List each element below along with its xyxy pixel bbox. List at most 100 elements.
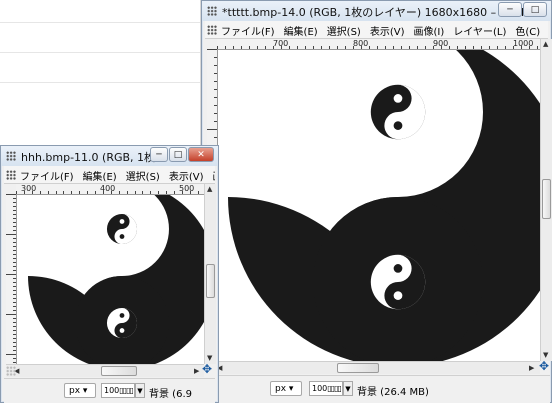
small-canvas[interactable] bbox=[17, 195, 204, 364]
zoom-field[interactable]: 100▯▯▯▯ bbox=[309, 381, 343, 396]
main-menu-item[interactable]: 色(C) bbox=[515, 23, 540, 38]
main-menu-item[interactable]: 編集(E) bbox=[284, 23, 318, 38]
horizontal-ruler[interactable]: 300 400 500 bbox=[16, 184, 204, 195]
ruler-tick bbox=[345, 46, 346, 49]
upper-mini-yinyang-dot bbox=[393, 121, 403, 130]
window-controls: ─ □ bbox=[498, 2, 547, 17]
ruler-tick bbox=[214, 57, 217, 58]
horizontal-scroll-thumb[interactable] bbox=[337, 363, 379, 373]
ruler-tick bbox=[13, 326, 16, 327]
navigate-icon[interactable]: ✥ bbox=[539, 359, 549, 373]
ruler-tick bbox=[13, 350, 16, 351]
main-menu-item[interactable]: レイヤー(L) bbox=[453, 23, 506, 38]
ruler-label: 400 bbox=[100, 184, 116, 193]
horizontal-scrollbar[interactable]: ◀ ▶ bbox=[207, 361, 540, 374]
upper-mini-yinyang-dot bbox=[393, 94, 403, 103]
ruler-tick bbox=[13, 222, 16, 223]
ruler-tick bbox=[13, 342, 16, 343]
zoom-dropdown-icon[interactable]: ▼ bbox=[135, 383, 145, 398]
upper-mini-yinyang-dot bbox=[119, 234, 125, 239]
unit-value: px bbox=[275, 384, 287, 394]
ruler-tick bbox=[214, 73, 217, 74]
unit-select[interactable]: px ▾ bbox=[64, 383, 96, 398]
main-menu-item[interactable]: 選択(S) bbox=[327, 23, 361, 38]
ruler-tick bbox=[13, 250, 16, 251]
main-menu-item[interactable]: 画像(I) bbox=[414, 23, 445, 38]
ruler-tick bbox=[13, 214, 16, 215]
main-menu-item[interactable]: ファイル(F) bbox=[221, 23, 275, 38]
horizontal-scroll-thumb[interactable] bbox=[101, 366, 137, 376]
ruler-tick bbox=[241, 46, 242, 49]
minimize-button[interactable]: ─ bbox=[150, 147, 168, 162]
ruler-tick bbox=[457, 46, 458, 49]
zoom-field[interactable]: 100▯▯▯▯ bbox=[101, 383, 135, 398]
ruler-tick bbox=[13, 322, 16, 323]
ruler-tick bbox=[13, 202, 16, 203]
minimize-button[interactable]: ─ bbox=[498, 2, 522, 17]
ruler-tick bbox=[6, 354, 16, 355]
scroll-up-icon[interactable]: ▲ bbox=[543, 40, 548, 48]
small-menu-item[interactable]: 画像 bbox=[213, 168, 216, 183]
ruler-tick bbox=[6, 194, 16, 195]
main-menu-item[interactable]: 表示(V) bbox=[370, 23, 405, 38]
ruler-tick bbox=[214, 89, 217, 90]
lower-mini-yinyang-dot bbox=[119, 328, 125, 333]
close-button[interactable]: ✕ bbox=[188, 147, 214, 162]
ruler-tick bbox=[174, 191, 175, 194]
ruler-tick bbox=[425, 46, 426, 49]
navigate-icon[interactable]: ✥ bbox=[202, 362, 212, 376]
ruler-tick bbox=[13, 290, 16, 291]
scroll-right-icon[interactable]: ▶ bbox=[194, 367, 199, 375]
ruler-tick bbox=[166, 191, 168, 194]
main-menubar: ファイル(F)編集(E)選択(S)表示(V)画像(I)レイヤー(L)色(C)ツー… bbox=[205, 21, 548, 39]
scroll-down-icon[interactable]: ▼ bbox=[543, 351, 548, 359]
main-titlebar[interactable]: *ttttt.bmp-14.0 (RGB, 1枚のレイヤー) 1680x1680… bbox=[202, 1, 551, 21]
ruler-tick bbox=[214, 65, 217, 66]
unit-select[interactable]: px ▾ bbox=[270, 381, 302, 396]
ruler-tick bbox=[13, 286, 16, 287]
ruler-tick bbox=[13, 282, 16, 283]
ruler-tick bbox=[214, 81, 217, 82]
main-image-window: *ttttt.bmp-14.0 (RGB, 1枚のレイヤー) 1680x1680… bbox=[201, 0, 552, 403]
main-canvas[interactable] bbox=[218, 50, 540, 361]
small-menu-item[interactable]: ファイル(F) bbox=[20, 168, 74, 183]
ruler-tick bbox=[417, 46, 418, 49]
vertical-scrollbar[interactable]: ▲ ▼ bbox=[204, 184, 216, 364]
ruler-tick bbox=[13, 310, 16, 311]
ruler-tick bbox=[13, 338, 16, 339]
ruler-tick bbox=[6, 274, 16, 275]
vertical-ruler[interactable] bbox=[6, 194, 17, 364]
small-menubar: ファイル(F) 編集(E) 選択(S) 表示(V) 画像 bbox=[4, 166, 215, 184]
ruler-tick bbox=[6, 234, 16, 235]
vertical-scroll-thumb[interactable] bbox=[542, 179, 551, 219]
maximize-button[interactable]: □ bbox=[169, 147, 187, 162]
ruler-label: 900 bbox=[433, 39, 449, 48]
ruler-tick bbox=[13, 334, 16, 335]
ruler-label: 800 bbox=[353, 39, 369, 48]
ruler-tick bbox=[13, 198, 16, 199]
ruler-tick bbox=[265, 46, 266, 49]
scroll-right-icon[interactable]: ▶ bbox=[529, 364, 534, 372]
ruler-tick bbox=[13, 330, 16, 331]
scroll-up-icon[interactable]: ▲ bbox=[207, 185, 212, 193]
ruler-tick bbox=[214, 105, 217, 106]
horizontal-ruler[interactable]: 700 800 900 1000 bbox=[217, 39, 540, 50]
ruler-tick bbox=[6, 314, 16, 315]
quick-mask-icon[interactable] bbox=[6, 366, 16, 376]
ruler-tick bbox=[13, 210, 16, 211]
ruler-tick bbox=[13, 258, 16, 259]
maximize-button[interactable]: □ bbox=[523, 2, 547, 17]
small-menu-item[interactable]: 表示(V) bbox=[169, 168, 204, 183]
scroll-down-icon[interactable]: ▼ bbox=[207, 354, 212, 362]
zoom-dropdown-icon[interactable]: ▼ bbox=[343, 381, 353, 396]
main-status-text: 背景 (26.4 MB) bbox=[357, 387, 429, 398]
horizontal-scrollbar[interactable]: ◀ ▶ bbox=[6, 364, 204, 377]
ruler-tick bbox=[297, 46, 298, 49]
small-menu-item[interactable]: 編集(E) bbox=[83, 168, 117, 183]
small-menu-item[interactable]: 選択(S) bbox=[126, 168, 160, 183]
vertical-scroll-thumb[interactable] bbox=[206, 264, 215, 298]
small-titlebar[interactable]: hhh.bmp-11.0 (RGB, 1枚… ─ □ ✕ bbox=[1, 146, 218, 166]
small-image-window: hhh.bmp-11.0 (RGB, 1枚… ─ □ ✕ ファイル(F) 編集(E… bbox=[0, 145, 219, 403]
ruler-tick bbox=[150, 191, 152, 194]
vertical-scrollbar[interactable]: ▲ ▼ bbox=[540, 39, 552, 361]
